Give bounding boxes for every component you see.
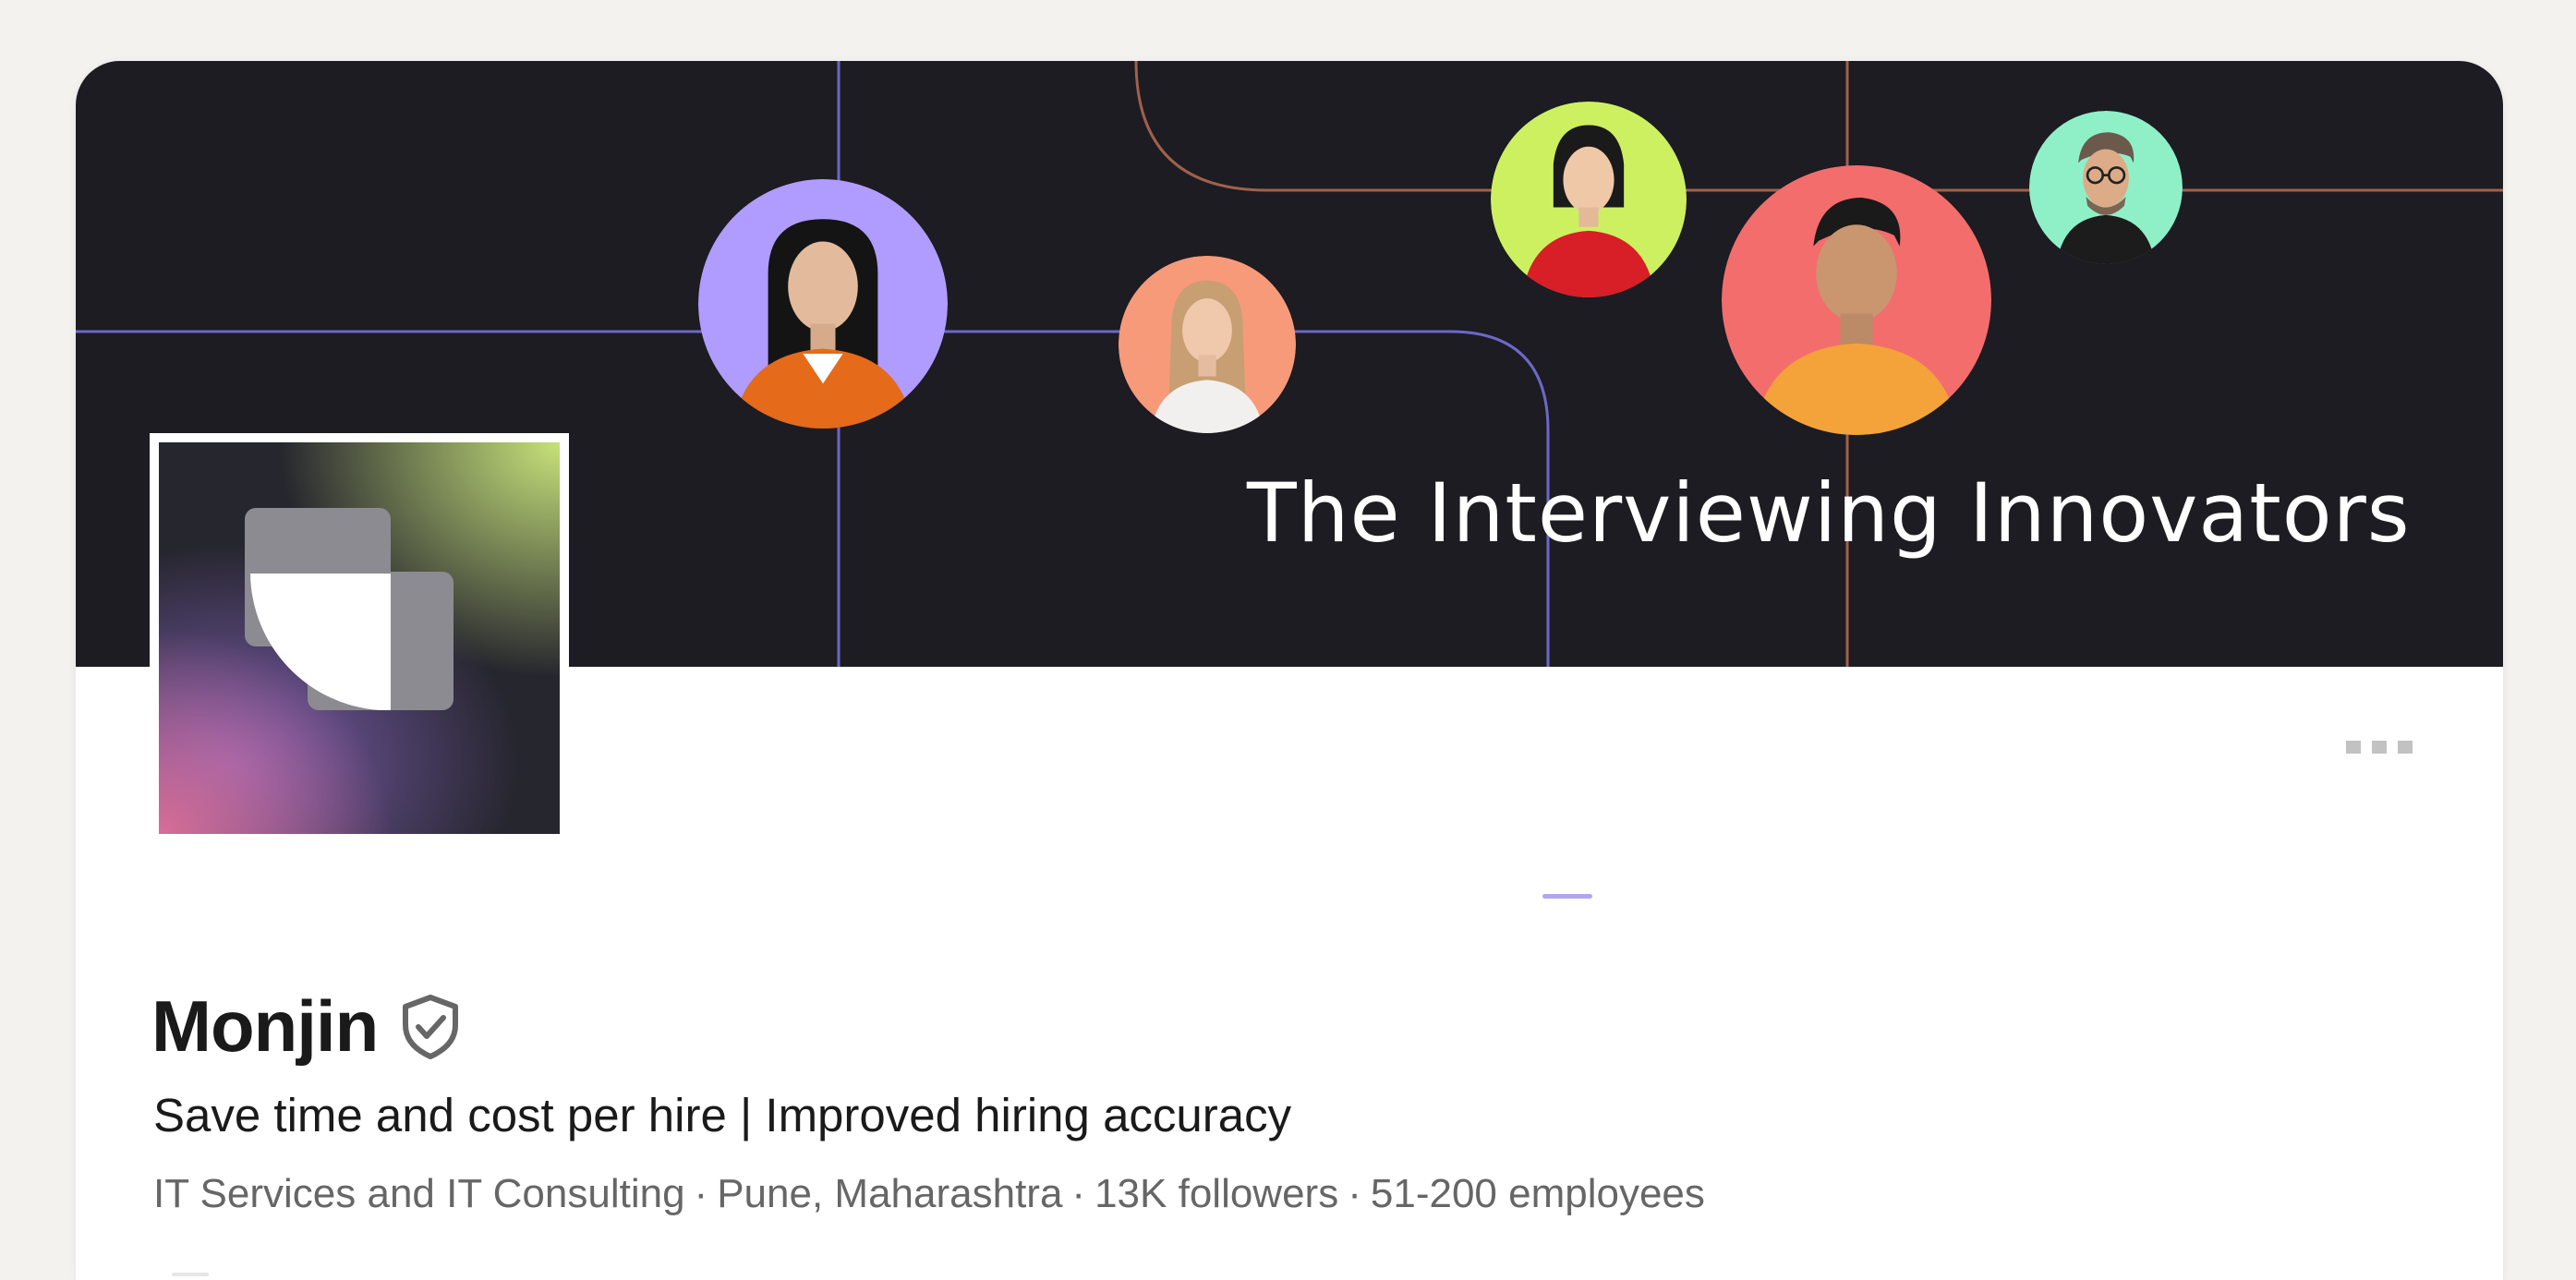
avatar-man-glasses <box>2029 111 2183 264</box>
meta-separator: · <box>1071 1171 1086 1216</box>
monjin-logo-icon <box>245 508 454 710</box>
company-logo[interactable] <box>150 433 569 843</box>
more-options-icon[interactable] <box>2346 733 2413 761</box>
banner-title: The Interviewing Innovators <box>1247 465 2411 561</box>
avatar-man-orange-sweater <box>1722 165 1991 435</box>
company-page-card: The Interviewing Innovators Monjin Save … <box>76 61 2503 1280</box>
more-dot <box>2372 741 2387 754</box>
avatar-woman-blonde <box>1119 256 1296 433</box>
company-tagline: Save time and cost per hire | Improved h… <box>153 1089 1292 1141</box>
avatar-woman-red-top <box>1491 102 1687 297</box>
company-employees[interactable]: 51-200 employees <box>1371 1171 1705 1216</box>
avatar-woman-orange-jacket <box>698 179 948 429</box>
more-dot <box>2346 741 2361 754</box>
logo-background <box>159 442 560 834</box>
company-industry: IT Services and IT Consulting <box>153 1171 685 1216</box>
company-name: Monjin <box>151 985 379 1067</box>
verified-shield-icon[interactable] <box>400 994 461 1060</box>
partial-element-below <box>172 1273 209 1276</box>
company-followers[interactable]: 13K followers <box>1094 1171 1338 1216</box>
more-dot <box>2398 741 2413 754</box>
company-name-row: Monjin <box>151 984 461 1069</box>
active-tab-indicator <box>1542 894 1592 899</box>
meta-separator: · <box>694 1171 708 1216</box>
company-meta: IT Services and IT Consulting · Pune, Maha… <box>153 1171 1705 1217</box>
company-location: Pune, Maharashtra <box>717 1171 1063 1216</box>
meta-separator: · <box>1348 1171 1361 1216</box>
